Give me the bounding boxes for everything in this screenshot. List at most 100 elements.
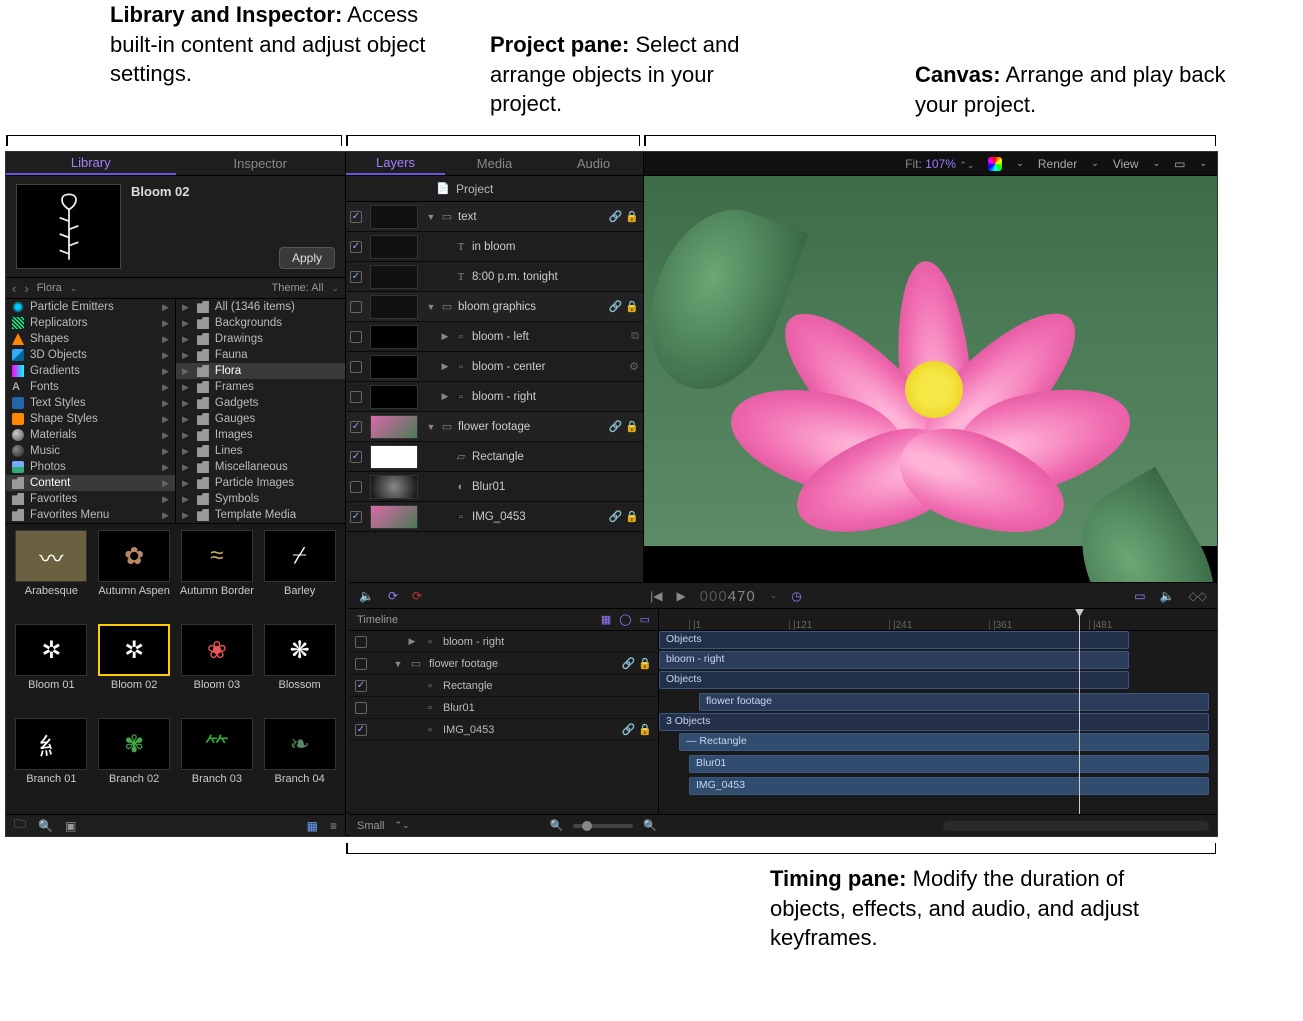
timeline-row-flower-footage[interactable]: ✓▼▭flower footage🔗 🔒 bbox=[349, 653, 658, 675]
tab-inspector[interactable]: Inspector bbox=[176, 152, 346, 175]
thumbnail-bloom-02[interactable]: ✲Bloom 02 bbox=[95, 624, 174, 714]
disclosure-icon[interactable]: ▶ bbox=[440, 391, 450, 402]
fit-stepper-icon[interactable]: ⌃⌄ bbox=[959, 160, 974, 170]
library-category-shape-styles[interactable]: Shape Styles▶ bbox=[6, 411, 175, 427]
layer-options[interactable]: 🔗 🔒 bbox=[609, 210, 639, 223]
goto-start-icon[interactable]: |◀ bbox=[650, 589, 662, 603]
timeline-ruler[interactable]: |1|121|241|361|481 bbox=[659, 609, 1217, 631]
visibility-checkbox[interactable]: ✓ bbox=[355, 658, 367, 670]
visibility-checkbox[interactable]: ✓ bbox=[355, 680, 367, 692]
library-subcategory-symbols[interactable]: ▶Symbols bbox=[176, 491, 345, 507]
size-menu[interactable]: Small bbox=[357, 820, 385, 832]
visibility-checkbox[interactable]: ✓ bbox=[355, 702, 367, 714]
thumbnail-arabesque[interactable]: 〰Arabesque bbox=[12, 530, 91, 620]
render-menu[interactable]: Render bbox=[1038, 157, 1077, 171]
mask-icon[interactable]: ▦ bbox=[601, 613, 611, 626]
timeline-clip[interactable]: — Rectangle bbox=[679, 733, 1209, 751]
nav-back-icon[interactable]: ‹ bbox=[12, 281, 16, 296]
panel-toggle-icon[interactable]: ▭ bbox=[1134, 589, 1145, 603]
apply-button[interactable]: Apply bbox=[279, 247, 335, 269]
project-root-row[interactable]: 📄 Project bbox=[346, 176, 643, 202]
library-category-shapes[interactable]: Shapes▶ bbox=[6, 331, 175, 347]
chevron-down-icon[interactable]: ⌄ bbox=[1091, 158, 1099, 169]
path-menu-icon[interactable]: ⌄ bbox=[70, 283, 78, 294]
disclosure-icon[interactable]: ▶ bbox=[440, 361, 450, 372]
library-subcategory-frames[interactable]: ▶Frames bbox=[176, 379, 345, 395]
layer-row-text[interactable]: ✓▼▭text🔗 🔒 bbox=[346, 202, 643, 232]
disclosure-icon[interactable]: ▼ bbox=[426, 422, 436, 432]
list-view-icon[interactable]: ≡ bbox=[330, 819, 337, 833]
timeline-tracks[interactable]: |1|121|241|361|481 Objectsbloom - rightO… bbox=[659, 609, 1217, 814]
filter-icon[interactable]: ▭ bbox=[640, 613, 650, 626]
timeline-row-rectangle[interactable]: ✓▫Rectangle bbox=[349, 675, 658, 697]
visibility-checkbox[interactable]: ✓ bbox=[350, 481, 362, 493]
library-path[interactable]: Flora bbox=[37, 282, 62, 294]
view-icon[interactable]: ▣ bbox=[65, 819, 76, 833]
visibility-checkbox[interactable]: ✓ bbox=[350, 211, 362, 223]
visibility-checkbox[interactable]: ✓ bbox=[350, 301, 362, 313]
timeline-row-bloom-right[interactable]: ✓▶▫bloom - right bbox=[349, 631, 658, 653]
library-category-favorites-menu[interactable]: Favorites Menu▶ bbox=[6, 507, 175, 523]
folder-icon[interactable]: 🗀 bbox=[14, 815, 26, 836]
library-subcategory-fauna[interactable]: ▶Fauna bbox=[176, 347, 345, 363]
library-subcategory-miscellaneous[interactable]: ▶Miscellaneous bbox=[176, 459, 345, 475]
play-icon[interactable]: ▶ bbox=[676, 589, 685, 603]
layer-options[interactable]: 🔗 🔒 bbox=[622, 723, 652, 736]
size-stepper-icon[interactable]: ⌃⌄ bbox=[395, 820, 410, 831]
layer-options[interactable]: 🔗 🔒 bbox=[622, 657, 652, 670]
visibility-checkbox[interactable]: ✓ bbox=[350, 271, 362, 283]
library-subcategory-template-media[interactable]: ▶Template Media bbox=[176, 507, 345, 523]
disclosure-icon[interactable]: ▼ bbox=[426, 212, 436, 222]
thumbnail-branch-02[interactable]: ✾Branch 02 bbox=[95, 718, 174, 808]
thumbnail-autumn-aspen[interactable]: ✿Autumn Aspen bbox=[95, 530, 174, 620]
color-menu-icon[interactable]: ⌄ bbox=[1016, 158, 1024, 169]
mute-icon[interactable]: 🔈 bbox=[359, 589, 374, 603]
visibility-checkbox[interactable]: ✓ bbox=[350, 511, 362, 523]
fit-value[interactable]: 107% bbox=[925, 157, 956, 171]
theme-menu[interactable]: Theme: All bbox=[271, 282, 323, 294]
library-category-replicators[interactable]: Replicators▶ bbox=[6, 315, 175, 331]
layer-row-bloom-left[interactable]: ✓▶▫bloom - left⧉ bbox=[346, 322, 643, 352]
visibility-checkbox[interactable]: ✓ bbox=[350, 241, 362, 253]
theme-menu-icon[interactable]: ⌄ bbox=[331, 283, 339, 294]
thumbnail-autumn-border[interactable]: ≈Autumn Border bbox=[178, 530, 257, 620]
library-category-3d-objects[interactable]: 3D Objects▶ bbox=[6, 347, 175, 363]
library-subcategory-lines[interactable]: ▶Lines bbox=[176, 443, 345, 459]
library-category-materials[interactable]: Materials▶ bbox=[6, 427, 175, 443]
layer-row-rectangle[interactable]: ✓▱Rectangle bbox=[346, 442, 643, 472]
layer-row-8-00-p-m-tonight[interactable]: ✓T8:00 p.m. tonight bbox=[346, 262, 643, 292]
loop-icon[interactable]: ⟳ bbox=[388, 589, 398, 603]
thumbnail-branch-01[interactable]: ⺯Branch 01 bbox=[12, 718, 91, 808]
library-subcategory-list[interactable]: ▶All (1346 items)▶Backgrounds▶Drawings▶F… bbox=[176, 299, 345, 523]
timeline-clip[interactable]: Objects bbox=[659, 631, 1129, 649]
playhead[interactable] bbox=[1079, 609, 1080, 814]
library-category-text-styles[interactable]: Text Styles▶ bbox=[6, 395, 175, 411]
tab-library[interactable]: Library bbox=[6, 152, 176, 175]
timeline-row-blur01[interactable]: ✓▫Blur01 bbox=[349, 697, 658, 719]
library-category-gradients[interactable]: Gradients▶ bbox=[6, 363, 175, 379]
layer-row-bloom-center[interactable]: ✓▶▫bloom - center⚙ bbox=[346, 352, 643, 382]
timeline-layer-list[interactable]: Timeline ▦ ◯ ▭ ✓▶▫bloom - right✓▼▭flower… bbox=[349, 609, 659, 814]
disclosure-icon[interactable]: ▶ bbox=[407, 636, 417, 647]
timeline-clip[interactable]: Objects bbox=[659, 671, 1129, 689]
color-icon[interactable] bbox=[988, 157, 1002, 171]
timecode-display[interactable]: 000470 bbox=[700, 587, 756, 605]
timeline-clip[interactable]: Blur01 bbox=[689, 755, 1209, 773]
chevron-down-icon[interactable]: ⌄ bbox=[1199, 158, 1207, 169]
visibility-checkbox[interactable]: ✓ bbox=[350, 361, 362, 373]
view-menu[interactable]: View bbox=[1113, 157, 1139, 171]
visibility-checkbox[interactable]: ✓ bbox=[350, 451, 362, 463]
layer-row-in-bloom[interactable]: ✓Tin bloom bbox=[346, 232, 643, 262]
nav-fwd-icon[interactable]: › bbox=[24, 281, 28, 296]
zoom-out-icon[interactable]: 🔍 bbox=[550, 819, 564, 832]
library-category-music[interactable]: Music▶ bbox=[6, 443, 175, 459]
thumbnail-branch-03[interactable]: ⺮Branch 03 bbox=[178, 718, 257, 808]
thumbnail-barley[interactable]: ⌿Barley bbox=[260, 530, 339, 620]
audio-toggle-icon[interactable]: 🔈 bbox=[1160, 589, 1175, 603]
layer-row-img-0453[interactable]: ✓▫IMG_0453🔗 🔒 bbox=[346, 502, 643, 532]
layer-options[interactable]: 🔗 🔒 bbox=[609, 300, 639, 313]
library-category-content[interactable]: Content▶ bbox=[6, 475, 175, 491]
library-subcategory-drawings[interactable]: ▶Drawings bbox=[176, 331, 345, 347]
visibility-checkbox[interactable]: ✓ bbox=[355, 636, 367, 648]
tab-media[interactable]: Media bbox=[445, 152, 544, 175]
